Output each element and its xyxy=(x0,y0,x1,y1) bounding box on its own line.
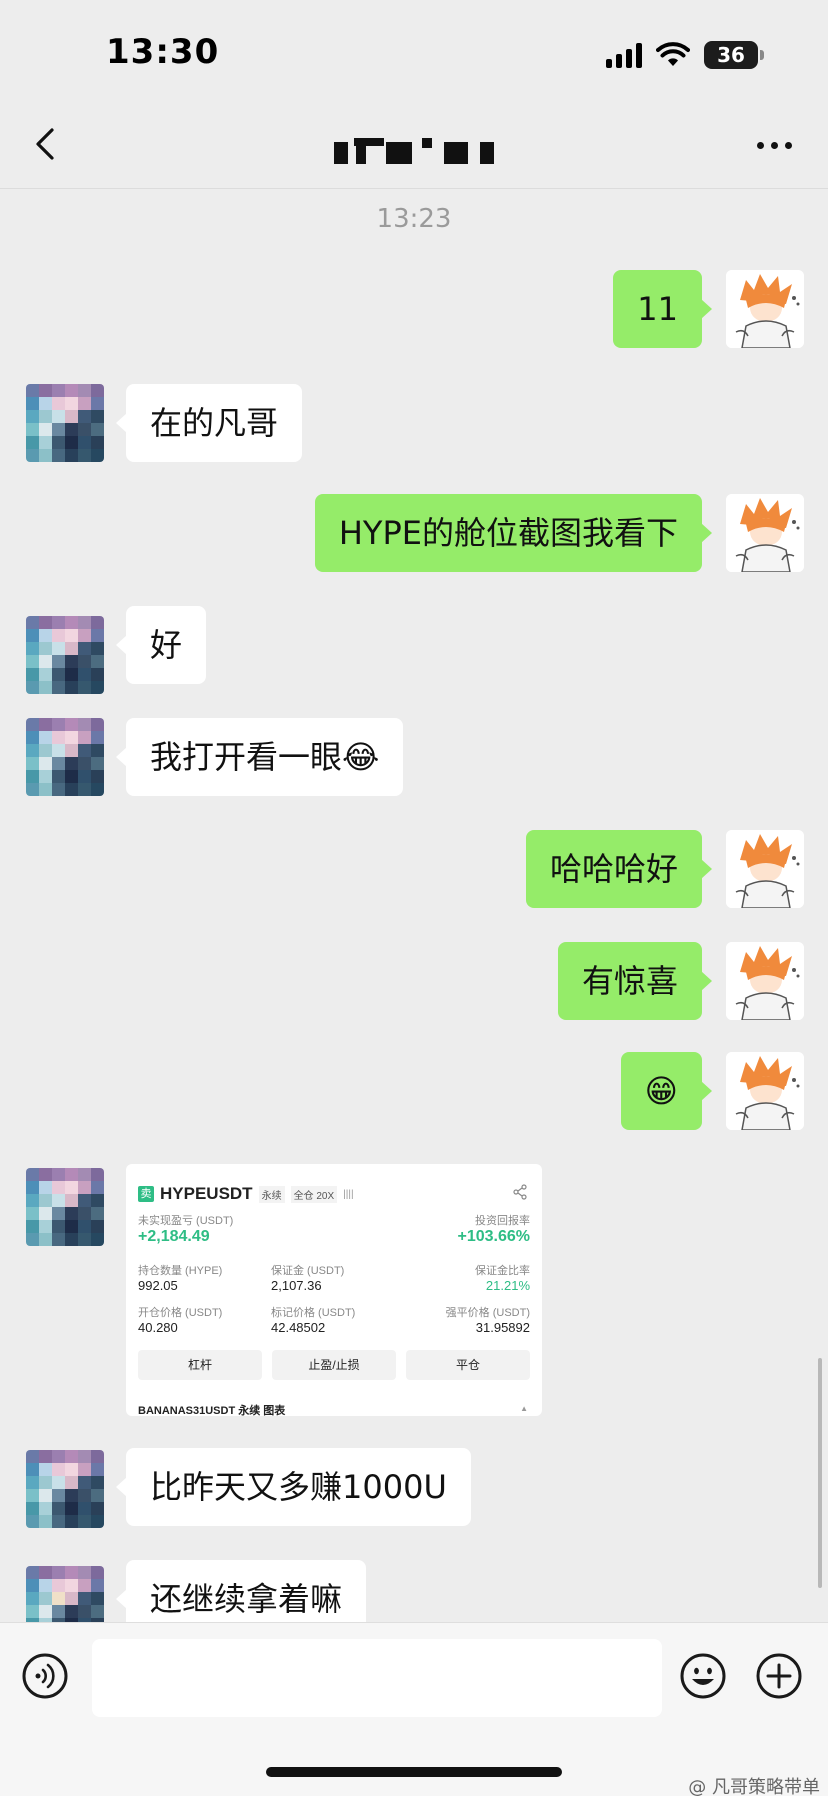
contract-type-tag: 永续 xyxy=(258,1185,285,1203)
anime-character-icon xyxy=(726,1052,804,1130)
status-icons: 36 xyxy=(606,40,764,70)
watermark: @ 凡哥策略带单 xyxy=(688,1773,820,1796)
pixelated-avatar-icon xyxy=(26,718,104,796)
contact-avatar[interactable] xyxy=(26,1450,104,1528)
scrollbar[interactable] xyxy=(818,1358,822,1588)
margin-ratio-value: 21.21% xyxy=(485,1278,530,1293)
sell-badge: 卖 xyxy=(138,1186,154,1202)
incoming-message[interactable]: 我打开看一眼😂 xyxy=(115,718,404,796)
outgoing-message[interactable]: HYPE的舱位截图我看下 xyxy=(314,494,713,572)
battery-icon: 36 xyxy=(704,41,764,69)
wifi-icon xyxy=(656,42,690,66)
outgoing-message[interactable]: 11 xyxy=(613,270,712,348)
collapse-arrow-icon: ▲ xyxy=(520,1404,528,1413)
my-avatar[interactable] xyxy=(726,942,804,1020)
message-input[interactable] xyxy=(92,1639,662,1717)
contact-avatar[interactable] xyxy=(26,718,104,796)
position-size-label: 持仓数量 (HYPE) xyxy=(138,1265,223,1277)
chat-header xyxy=(0,100,828,189)
tp-sl-button: 止盈/止损 xyxy=(272,1350,396,1380)
close-position-button: 平仓 xyxy=(406,1350,530,1380)
position-header: 卖 HYPEUSDT 永续 全仓 20X |||| xyxy=(138,1184,354,1204)
leverage-button: 杠杆 xyxy=(138,1350,262,1380)
anime-character-icon xyxy=(726,494,804,572)
back-button[interactable] xyxy=(28,126,64,162)
margin-ratio-label: 保证金比率 xyxy=(475,1265,530,1277)
anime-character-icon xyxy=(726,830,804,908)
entry-price-label: 开仓价格 (USDT) xyxy=(138,1307,223,1319)
my-avatar[interactable] xyxy=(726,1052,804,1130)
message-timestamp: 13:23 xyxy=(376,204,452,234)
contact-avatar[interactable] xyxy=(26,1168,104,1246)
incoming-message[interactable]: 好 xyxy=(115,606,207,684)
entry-price-value: 40.280 xyxy=(138,1320,178,1335)
input-bar: @ 凡哥策略带单 xyxy=(0,1622,828,1796)
contact-avatar[interactable] xyxy=(26,1566,104,1626)
my-avatar[interactable] xyxy=(726,270,804,348)
status-time: 13:30 xyxy=(106,32,220,72)
cellular-signal-icon xyxy=(606,42,642,68)
pixelated-avatar-icon xyxy=(26,616,104,694)
chat-screen: 13:30 36 13:23 11 在的凡哥 HYPE的舱位截图我看下 好 我打… xyxy=(0,0,828,1796)
mark-price-value: 42.48502 xyxy=(271,1320,326,1335)
status-bar: 13:30 36 xyxy=(0,0,828,100)
outgoing-message[interactable]: 😁 xyxy=(620,1052,713,1130)
anime-character-icon xyxy=(726,942,804,1020)
contact-avatar[interactable] xyxy=(26,616,104,694)
my-avatar[interactable] xyxy=(726,830,804,908)
anime-character-icon xyxy=(726,270,804,348)
unrealized-pnl-value: +2,184.49 xyxy=(138,1228,210,1245)
incoming-message[interactable]: 比昨天又多赚1000U xyxy=(116,1448,471,1526)
incoming-message[interactable]: 在的凡哥 xyxy=(115,384,303,462)
pixelated-avatar-icon xyxy=(26,384,104,462)
pixelated-avatar-icon xyxy=(26,1168,104,1246)
more-options-button[interactable] xyxy=(757,142,792,149)
share-icon xyxy=(513,1184,527,1200)
mark-price-label: 标记价格 (USDT) xyxy=(271,1307,356,1319)
next-position-label: BANANAS31USDT 永续 图表 xyxy=(138,1405,286,1416)
my-avatar[interactable] xyxy=(726,494,804,572)
position-size-value: 992.05 xyxy=(138,1278,178,1293)
risk-bars-icon: |||| xyxy=(343,1188,354,1200)
contact-avatar[interactable] xyxy=(26,384,104,462)
roi-label: 投资回报率 xyxy=(475,1215,530,1227)
pixelated-avatar-icon xyxy=(26,1450,104,1528)
unrealized-pnl-label: 未实现盈亏 (USDT) xyxy=(138,1215,234,1227)
liquidation-price-value: 31.95892 xyxy=(475,1320,530,1335)
watermark-text: @ 凡哥策略带单 xyxy=(688,1777,820,1796)
liquidation-price-label: 强平价格 (USDT) xyxy=(445,1307,530,1319)
margin-mode-tag: 全仓 20X xyxy=(290,1185,338,1203)
margin-label: 保证金 (USDT) xyxy=(271,1265,345,1277)
margin-value: 2,107.36 xyxy=(271,1278,322,1293)
roi-value: +103.66% xyxy=(457,1228,530,1245)
home-indicator[interactable] xyxy=(266,1767,562,1777)
outgoing-message[interactable]: 哈哈哈好 xyxy=(525,830,713,908)
redacted-chat-title xyxy=(334,138,502,164)
outgoing-message[interactable]: 有惊喜 xyxy=(557,942,713,1020)
more-functions-button[interactable] xyxy=(756,1653,802,1699)
emoji-button[interactable] xyxy=(680,1653,726,1699)
position-screenshot-image[interactable]: 卖 HYPEUSDT 永续 全仓 20X |||| 未实现盈亏 (USDT) +… xyxy=(126,1164,542,1416)
voice-input-button[interactable] xyxy=(22,1653,68,1699)
pixelated-avatar-icon xyxy=(26,1566,104,1626)
symbol-label: HYPEUSDT xyxy=(160,1184,253,1203)
